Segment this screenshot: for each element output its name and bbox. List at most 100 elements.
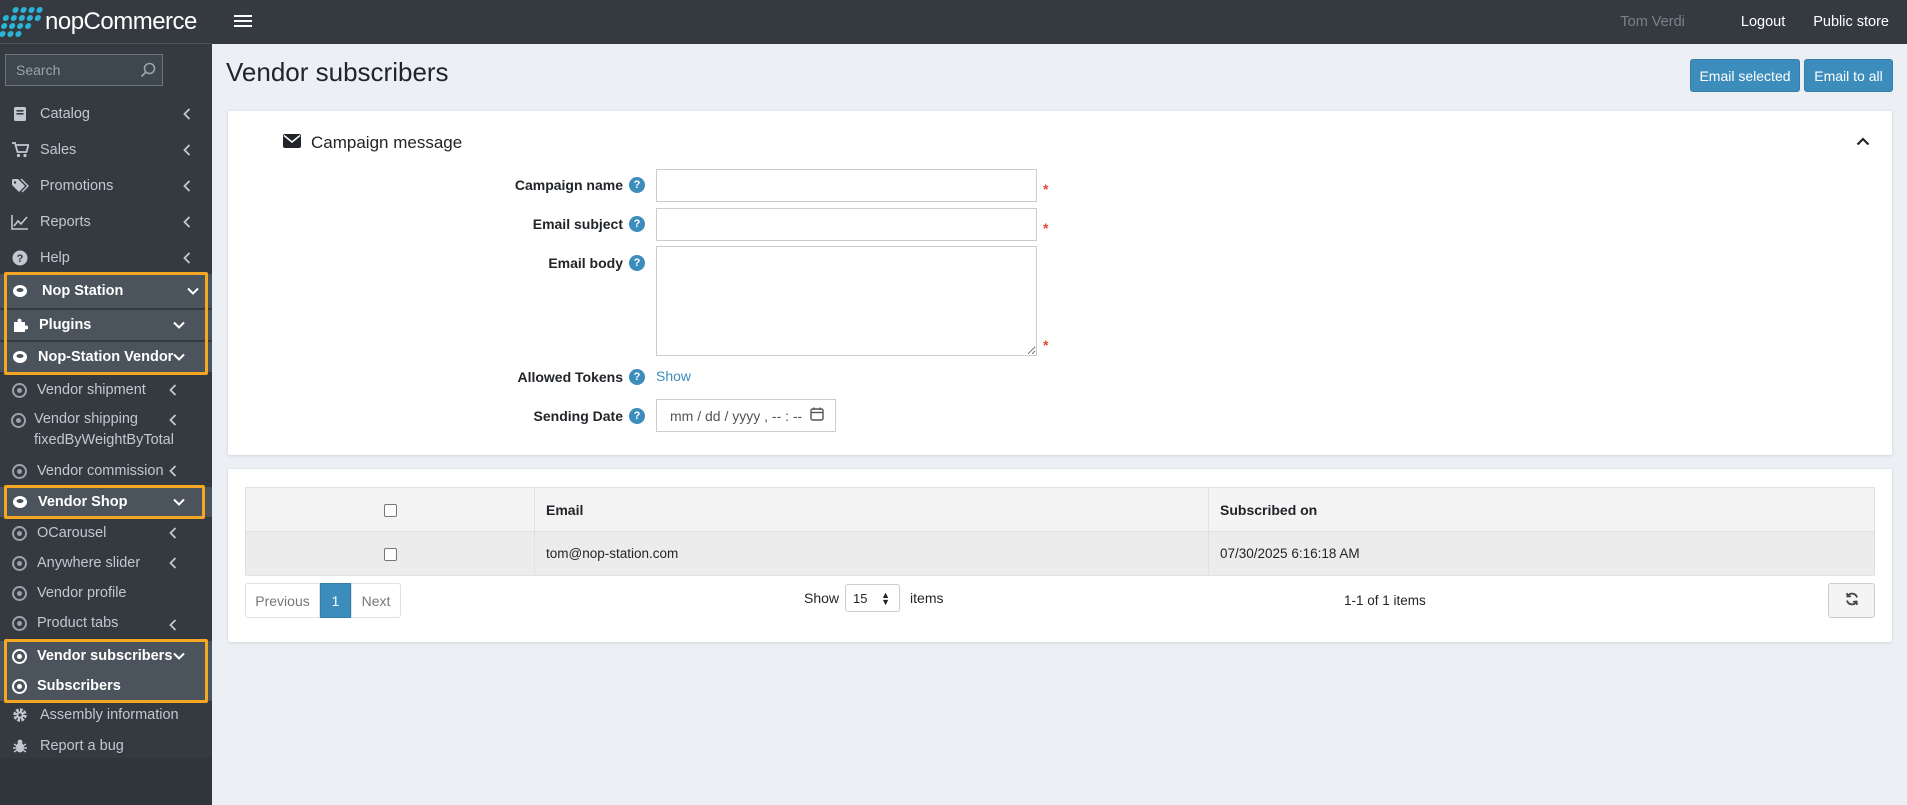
cart-icon bbox=[11, 141, 29, 159]
sidebar-item-assembly-information[interactable]: Assembly information bbox=[0, 704, 212, 726]
chevron-left-icon bbox=[166, 618, 180, 632]
campaign-message-card: Campaign message Campaign name ? * Email… bbox=[228, 111, 1892, 455]
refresh-button[interactable] bbox=[1828, 583, 1875, 618]
help-icon[interactable]: ? bbox=[629, 369, 645, 385]
circle-icon bbox=[10, 677, 28, 695]
page-size-select[interactable]: 15 ▲ ▼ bbox=[845, 584, 901, 612]
sidebar-item-label: Report a bug bbox=[40, 738, 124, 754]
book-icon bbox=[11, 105, 29, 123]
search-icon[interactable] bbox=[134, 55, 162, 85]
previous-page-button[interactable]: Previous bbox=[245, 583, 320, 618]
logout-link[interactable]: Logout bbox=[1741, 14, 1785, 30]
circle-icon bbox=[10, 584, 28, 602]
sidebar-item-ocarousel[interactable]: OCarousel bbox=[0, 522, 212, 544]
question-circle-icon: ? bbox=[11, 249, 29, 267]
current-user: Tom Verdi bbox=[1620, 14, 1685, 30]
row-checkbox[interactable] bbox=[383, 547, 397, 561]
sidebar-item-label: OCarousel bbox=[37, 525, 107, 541]
sending-date-placeholder: mm / dd / yyyy , -- : -- bbox=[670, 407, 803, 424]
circle-icon bbox=[10, 554, 28, 572]
campaign-message-title: Campaign message bbox=[311, 133, 463, 152]
sidebar-item-vendor-subscribers[interactable]: Vendor subscribers bbox=[0, 641, 212, 671]
tags-icon bbox=[11, 177, 29, 195]
email-body-textarea[interactable] bbox=[656, 246, 1037, 356]
sidebar-item-product-tabs[interactable]: Product tabs bbox=[0, 612, 212, 634]
sending-date-label: Sending Date bbox=[533, 408, 623, 424]
sidebar-item-vendor-profile[interactable]: Vendor profile bbox=[0, 582, 212, 604]
sidebar-item-label: Vendor shipping fixedByWeightByTotal bbox=[34, 411, 174, 448]
chevron-down-icon bbox=[172, 495, 186, 509]
allowed-tokens-label: Allowed Tokens bbox=[517, 369, 623, 385]
campaign-name-input[interactable] bbox=[656, 169, 1037, 202]
email-to-all-button[interactable]: Email to all bbox=[1804, 59, 1893, 92]
page-1-button[interactable]: 1 bbox=[320, 583, 351, 618]
email-subject-input[interactable] bbox=[656, 208, 1037, 241]
hamburger-menu-icon[interactable] bbox=[234, 12, 252, 30]
sidebar-item-sales[interactable]: Sales bbox=[0, 139, 212, 161]
sidebar-item-vendor-shipment[interactable]: Vendor shipment bbox=[0, 379, 212, 401]
required-marker: * bbox=[1043, 337, 1049, 353]
search-input[interactable] bbox=[6, 62, 134, 78]
table-header-row: Email Subscribed on bbox=[245, 487, 1875, 532]
required-marker: * bbox=[1043, 220, 1049, 236]
chevron-left-icon bbox=[180, 215, 194, 229]
circle-icon bbox=[10, 381, 28, 399]
chevron-down-icon bbox=[186, 284, 200, 298]
help-icon[interactable]: ? bbox=[629, 177, 645, 193]
email-body-label: Email body bbox=[548, 255, 623, 271]
email-selected-button[interactable]: Email selected bbox=[1690, 59, 1800, 92]
sidebar-item-label: Vendor profile bbox=[37, 585, 127, 601]
help-icon[interactable]: ? bbox=[629, 216, 645, 232]
chevron-left-icon bbox=[180, 251, 194, 265]
column-header-email[interactable]: Email bbox=[534, 487, 1209, 532]
sidebar-item-vendor-commission[interactable]: Vendor commission bbox=[0, 460, 212, 482]
sidebar-item-vendor-shop[interactable]: Vendor Shop bbox=[0, 487, 212, 517]
sidebar-footer bbox=[0, 758, 212, 805]
select-all-checkbox[interactable] bbox=[383, 504, 397, 518]
chevron-left-icon bbox=[180, 107, 194, 121]
sidebar-item-vendor-shipping[interactable]: Vendor shipping fixedByWeightByTotal bbox=[0, 409, 212, 451]
cloud-icon bbox=[11, 348, 29, 366]
logo-icon bbox=[0, 6, 44, 37]
email-cell: tom@nop-station.com bbox=[534, 531, 1209, 576]
sidebar-item-promotions[interactable]: Promotions bbox=[0, 175, 212, 197]
sidebar-item-label: Subscribers bbox=[37, 678, 121, 694]
sidebar-item-nop-station-vendor[interactable]: Nop-Station Vendor bbox=[0, 342, 212, 372]
sidebar-item-catalog[interactable]: Catalog bbox=[0, 103, 212, 125]
top-navbar: Tom Verdi Logout Public store bbox=[212, 0, 1907, 44]
sidebar-item-subscribers[interactable]: Subscribers bbox=[0, 671, 212, 701]
circle-icon bbox=[10, 614, 28, 632]
sidebar-item-nop-station[interactable]: Nop Station bbox=[0, 274, 212, 308]
logo[interactable]: nopCommerce bbox=[0, 0, 212, 44]
page-title: Vendor subscribers bbox=[226, 57, 449, 87]
sidebar-item-label: Assembly information bbox=[40, 707, 179, 723]
sidebar-item-help[interactable]: ? Help bbox=[0, 247, 212, 269]
sidebar-item-label: Vendor shipment bbox=[37, 382, 146, 398]
sidebar-item-plugins[interactable]: Plugins bbox=[0, 310, 212, 340]
campaign-message-header[interactable]: Campaign message bbox=[283, 133, 462, 153]
sending-date-input[interactable]: mm / dd / yyyy , -- : -- bbox=[656, 399, 836, 432]
sidebar-item-report-a-bug[interactable]: Report a bug bbox=[0, 735, 212, 757]
chevron-down-icon bbox=[172, 318, 186, 332]
chevron-left-icon bbox=[166, 413, 180, 427]
help-icon[interactable]: ? bbox=[629, 408, 645, 424]
show-tokens-link[interactable]: Show bbox=[656, 368, 691, 384]
next-page-button[interactable]: Next bbox=[351, 583, 401, 618]
sidebar-item-label: Vendor commission bbox=[37, 463, 164, 479]
chevron-down-icon bbox=[172, 649, 186, 663]
cloud-icon bbox=[11, 282, 29, 300]
pagination: Previous 1 Next bbox=[245, 583, 401, 618]
public-store-link[interactable]: Public store bbox=[1813, 14, 1889, 30]
help-icon[interactable]: ? bbox=[629, 255, 645, 271]
chevron-up-icon[interactable] bbox=[1856, 133, 1870, 149]
circle-icon bbox=[10, 462, 28, 480]
column-header-subscribed-on[interactable]: Subscribed on bbox=[1208, 487, 1875, 532]
circle-icon bbox=[10, 524, 28, 542]
chevron-left-icon bbox=[180, 179, 194, 193]
sidebar: nopCommerce Catalog Sales Promotions Rep… bbox=[0, 0, 212, 805]
gear-icon bbox=[11, 706, 29, 724]
sidebar-item-reports[interactable]: Reports bbox=[0, 211, 212, 233]
calendar-icon[interactable] bbox=[810, 407, 824, 424]
subscribed-on-cell: 07/30/2025 6:16:18 AM bbox=[1208, 531, 1875, 576]
sidebar-item-anywhere-slider[interactable]: Anywhere slider bbox=[0, 552, 212, 574]
